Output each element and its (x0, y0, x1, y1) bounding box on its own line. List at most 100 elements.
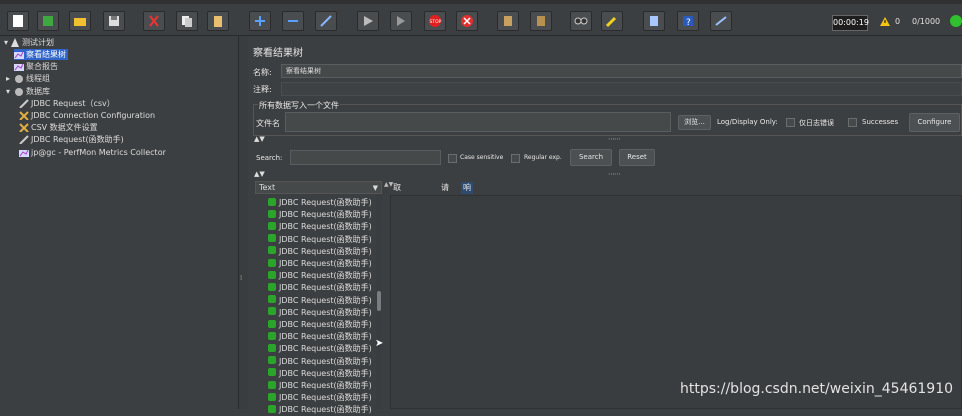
result-row[interactable]: JDBC Request(函数助手) (268, 295, 372, 307)
start-no-pause-button[interactable] (390, 11, 412, 31)
copy-button[interactable] (176, 11, 198, 31)
result-row[interactable]: JDBC Request(函数助手) (268, 307, 372, 319)
templates-button[interactable] (37, 11, 59, 31)
tree-item[interactable]: jp@gc - PerfMon Metrics Collector (19, 147, 166, 158)
result-row[interactable]: JDBC Request(函数助手) (268, 221, 372, 233)
expand-button[interactable] (249, 11, 271, 31)
result-row[interactable]: JDBC Request(函数助手) (268, 368, 372, 380)
new-button[interactable] (7, 11, 29, 31)
file-section-label: 所有数据写入一个文件 (258, 100, 340, 111)
result-row[interactable]: JDBC Request(函数助手) (268, 392, 372, 404)
browse-button[interactable]: 浏览... (678, 115, 711, 130)
tree-item[interactable]: 聚合报告 (14, 61, 58, 72)
renderer-select[interactable]: Text ▼ (255, 181, 382, 194)
shutdown-button[interactable] (456, 11, 478, 31)
tree-item-label: JDBC Request(函数助手) (31, 135, 124, 144)
results-scrollbar[interactable] (376, 194, 382, 409)
tree-item[interactable]: CSV 数据文件设置 (19, 122, 98, 133)
tree-item-label: 测试计划 (22, 38, 55, 47)
success-shield-icon (268, 295, 276, 304)
successes-checkbox[interactable] (848, 118, 857, 127)
configure-button[interactable]: Configure (909, 113, 960, 132)
warning-icon[interactable] (880, 17, 890, 28)
function-helper-button[interactable] (643, 11, 665, 31)
reset-button[interactable]: Reset (619, 149, 655, 166)
stop-button[interactable]: STOP (424, 11, 446, 31)
result-row-label: JDBC Request(函数助手) (279, 368, 372, 378)
detail-tab[interactable]: 取样器结果 (391, 182, 403, 240)
watermark: https://blog.csdn.net/weixin_45461910 (680, 381, 954, 397)
search-button[interactable]: Search (570, 149, 612, 166)
filename-input[interactable] (285, 112, 671, 132)
tree-item[interactable]: JDBC Request（csv） (19, 98, 115, 109)
success-shield-icon (268, 197, 276, 206)
clear-all-button[interactable] (530, 11, 552, 31)
search-button[interactable] (570, 11, 592, 31)
result-row[interactable]: JDBC Request(函数助手) (268, 197, 372, 209)
collapse-button[interactable] (282, 11, 304, 31)
tree-item-label: CSV 数据文件设置 (31, 123, 98, 132)
name-field[interactable]: 察看结果树 (281, 64, 962, 78)
help-button[interactable]: ? (677, 11, 699, 31)
sampler-icon (19, 135, 29, 144)
success-shield-icon (268, 234, 276, 243)
toggle-icon (320, 15, 332, 27)
collapsed-arrow-icon[interactable]: ▸ (6, 73, 10, 84)
expand-arrow-icon[interactable]: ▾ (6, 86, 10, 97)
divider-grip-icon[interactable]: ⋯⋯ (608, 135, 621, 143)
active-threads: 0/1000 (912, 17, 941, 26)
tree-item[interactable]: JDBC Request(函数助手) (19, 134, 124, 145)
toggle-button[interactable] (315, 11, 337, 31)
scrollbar-thumb[interactable] (377, 291, 381, 311)
cut-button[interactable] (143, 11, 165, 31)
save-button[interactable] (103, 11, 125, 31)
success-shield-icon (268, 282, 276, 291)
result-row[interactable]: JDBC Request(函数助手) (268, 270, 372, 282)
tree-item-label: 线程组 (26, 74, 50, 83)
elapsed-timer: 00:00:19 (832, 15, 869, 31)
start-button[interactable] (357, 11, 379, 31)
errors-only-checkbox[interactable] (786, 118, 795, 127)
errors-only-label: 仅日志错误 (799, 119, 834, 127)
divider-grip-icon[interactable]: ⋯⋯ (608, 170, 621, 178)
test-plan-icon (11, 38, 20, 47)
result-row[interactable]: JDBC Request(函数助手) (268, 356, 372, 368)
result-row[interactable]: JDBC Request(函数助手) (268, 282, 372, 294)
result-row[interactable]: JDBC Request(函数助手) (268, 404, 372, 416)
result-row[interactable]: JDBC Request(函数助手) (268, 234, 372, 246)
remote-button[interactable] (710, 11, 732, 31)
reset-search-button[interactable] (601, 11, 623, 31)
save-icon (109, 16, 119, 26)
detail-tab[interactable]: 响应数据 (461, 182, 473, 228)
detail-tab[interactable]: 请求 (439, 182, 451, 204)
result-row[interactable]: JDBC Request(函数助手) (268, 209, 372, 221)
result-row[interactable]: JDBC Request(函数助手) (268, 258, 372, 270)
tree-item[interactable]: 察看结果树 (14, 49, 68, 60)
clear-button[interactable] (497, 11, 519, 31)
result-row[interactable]: JDBC Request(函数助手) (268, 343, 372, 355)
panel-title: 察看结果树 (253, 48, 303, 59)
comment-field[interactable] (281, 82, 962, 96)
tree-item[interactable]: ▸ 线程组 (6, 73, 50, 84)
name-label: 名称: (253, 68, 272, 77)
case-sensitive-label: Case sensitive (460, 154, 504, 161)
regex-checkbox[interactable] (511, 154, 520, 163)
expand-arrow-icon[interactable]: ▾ (4, 38, 8, 47)
search-input[interactable] (290, 150, 441, 165)
result-row[interactable]: JDBC Request(函数助手) (268, 246, 372, 258)
tree-item[interactable]: ▾ 测试计划 (4, 37, 54, 48)
tree-item[interactable]: JDBC Connection Configuration (19, 110, 155, 121)
collapse-arrows-icon[interactable]: ▲▼ (254, 170, 265, 178)
open-button[interactable] (69, 11, 91, 31)
response-data-area[interactable] (390, 195, 962, 409)
expand-icon (255, 16, 265, 26)
collapse-arrows-icon[interactable]: ▲▼ (254, 135, 265, 143)
result-row[interactable]: JDBC Request(函数助手) (268, 319, 372, 331)
toolbar: 00:00:19 0 0/1000 STOP? (0, 4, 962, 36)
result-row[interactable]: JDBC Request(函数助手) (268, 380, 372, 392)
tree-item[interactable]: ▾ 数据库 (6, 86, 50, 97)
paste-button[interactable] (207, 11, 229, 31)
result-row[interactable]: JDBC Request(函数助手) (268, 331, 372, 343)
search-label: Search: (256, 154, 283, 162)
case-sensitive-checkbox[interactable] (448, 154, 457, 163)
